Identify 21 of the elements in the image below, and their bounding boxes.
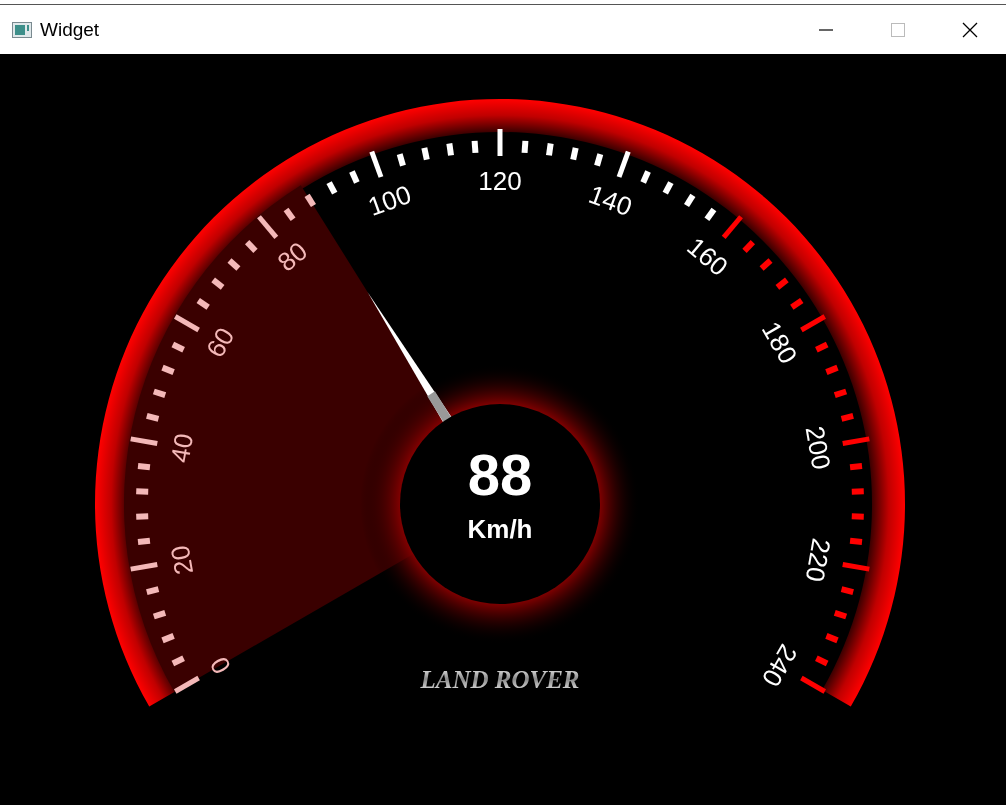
scale-label: 0 (203, 651, 237, 680)
scale-label: 200 (799, 423, 837, 472)
speed-unit: Km/h (467, 514, 533, 544)
scale-label: 240 (755, 639, 804, 692)
scale-label: 60 (200, 322, 241, 363)
brand-label: LAND ROVER (420, 665, 580, 693)
scale-label: 140 (584, 178, 636, 222)
scale-label: 100 (364, 178, 416, 222)
scale-label: 20 (164, 543, 200, 577)
maximize-icon (891, 22, 905, 37)
close-icon (962, 21, 978, 38)
minimize-icon (819, 28, 833, 31)
scale-label: 160 (681, 231, 734, 282)
scale-label: 80 (271, 235, 314, 278)
scale-label: 180 (755, 316, 804, 369)
app-icon (12, 21, 32, 38)
scale-label: 220 (799, 536, 837, 585)
scale-label: 40 (164, 431, 200, 465)
speed-reading: 88 (467, 441, 533, 507)
window-title: Widget (40, 18, 101, 41)
scale-label: 120 (478, 166, 522, 196)
